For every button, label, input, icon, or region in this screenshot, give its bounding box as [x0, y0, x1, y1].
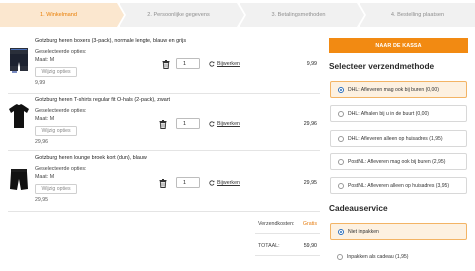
item-size: Maat: M	[35, 174, 55, 180]
option-label: DHL: Afleveren mag ook bij buren (0,00)	[348, 86, 439, 93]
checkout-button[interactable]: NAAR DE KASSA	[329, 38, 468, 53]
quantity-input[interactable]: 1	[176, 177, 200, 188]
refresh-icon[interactable]	[209, 61, 215, 67]
refresh-icon[interactable]	[209, 121, 215, 127]
step-place-order[interactable]: 4. Bestelling plaatsen	[360, 3, 475, 27]
option-label: PostNL: Afleveren alleen op huisadres (3…	[348, 182, 450, 189]
item-title[interactable]: Gotzburg heren boxers (3-pack), normale …	[35, 38, 186, 44]
trash-icon[interactable]	[159, 120, 167, 129]
quantity-input[interactable]: 1	[176, 58, 200, 69]
gift-option[interactable]: Inpakken als cadeau (1,95)	[330, 250, 467, 264]
line-total: 9,99	[306, 61, 317, 67]
update-quantity-link[interactable]: Bijwerken	[217, 61, 240, 67]
item-title[interactable]: Gotzburg heren T-shirts regular fit O-ha…	[35, 97, 170, 103]
total-value: 59,90	[303, 243, 317, 249]
shipping-option[interactable]: DHL: Afhalen bij u in de buurt (0,00)	[330, 105, 467, 122]
divider	[255, 255, 320, 256]
change-options-button[interactable]: Wijzig opties	[35, 126, 77, 136]
divider	[8, 93, 320, 94]
quantity-input[interactable]: 1	[176, 118, 200, 129]
step-label: 2. Persoonlijke gegevens	[147, 12, 210, 18]
shipping-option[interactable]: PostNL: Afleveren mag ook bij buren (2,9…	[330, 153, 467, 170]
refresh-icon[interactable]	[209, 180, 215, 186]
item-options-label: Geselecteerde opties:	[35, 166, 87, 172]
option-label: Inpakken als cadeau (1,95)	[347, 254, 409, 260]
checkout-steps: 1. Winkelmand 2. Persoonlijke gegevens 3…	[0, 0, 475, 30]
item-options-label: Geselecteerde opties:	[35, 108, 87, 114]
item-unit-price: 29,95	[35, 197, 48, 203]
shipping-option[interactable]: DHL: Afleveren mag ook bij buren (0,00)	[330, 81, 467, 98]
boxers-3pack-image[interactable]	[8, 45, 30, 75]
trash-icon[interactable]	[162, 60, 170, 69]
item-unit-price: 9,99	[35, 80, 46, 86]
radio-icon[interactable]	[337, 254, 343, 260]
item-title[interactable]: Gotzburg heren lounge broek kort (dun), …	[35, 155, 147, 161]
shipping-option[interactable]: PostNL: Afleveren alleen op huisadres (3…	[330, 177, 467, 194]
item-options-label: Geselecteerde opties:	[35, 49, 87, 55]
shipping-option[interactable]: DHL: Afleveren alleen op huisadres (1,95…	[330, 130, 467, 147]
shipping-cost-value: Gratis	[302, 221, 317, 227]
shorts-image[interactable]	[8, 167, 30, 193]
step-label: 4. Bestelling plaatsen	[390, 12, 445, 18]
step-label: 3. Betalingsmethoden	[271, 12, 326, 18]
option-label: DHL: Afleveren alleen op huisadres (1,95…	[348, 135, 443, 142]
item-unit-price: 29,96	[35, 139, 48, 145]
update-quantity-link[interactable]: Bijwerken	[217, 180, 240, 186]
line-total: 29,95	[303, 180, 317, 186]
step-personal[interactable]: 2. Persoonlijke gegevens	[120, 3, 246, 27]
option-label: DHL: Afhalen bij u in de buurt (0,00)	[348, 110, 429, 117]
line-total: 29,96	[303, 121, 317, 127]
radio-icon[interactable]	[338, 86, 344, 93]
trash-icon[interactable]	[159, 179, 167, 188]
divider	[255, 233, 320, 234]
radio-icon[interactable]	[338, 158, 344, 165]
gift-option[interactable]: Niet inpakken	[330, 223, 467, 240]
radio-icon[interactable]	[338, 228, 344, 235]
step-cart[interactable]: 1. Winkelmand	[0, 3, 126, 27]
radio-icon[interactable]	[338, 182, 344, 189]
update-quantity-link[interactable]: Bijwerken	[217, 121, 240, 127]
option-label: PostNL: Afleveren mag ook bij buren (2,9…	[348, 158, 446, 165]
step-label: 1. Winkelmand	[40, 12, 77, 18]
radio-icon[interactable]	[338, 135, 344, 142]
step-payment[interactable]: 3. Betalingsmethoden	[240, 3, 366, 27]
tshirt-image[interactable]	[8, 102, 30, 130]
radio-icon[interactable]	[338, 110, 344, 117]
divider	[8, 150, 320, 151]
total-label: TOTAAL:	[258, 243, 280, 249]
divider	[8, 211, 320, 212]
gift-service-title: Cadeauservice	[329, 203, 388, 213]
item-size: Maat: M	[35, 57, 55, 63]
item-size: Maat: M	[35, 116, 55, 122]
change-options-button[interactable]: Wijzig opties	[35, 184, 77, 194]
shipping-method-title: Selecteer verzendmethode	[329, 61, 435, 71]
change-options-button[interactable]: Wijzig opties	[35, 67, 77, 77]
option-label: Niet inpakken	[348, 228, 379, 235]
